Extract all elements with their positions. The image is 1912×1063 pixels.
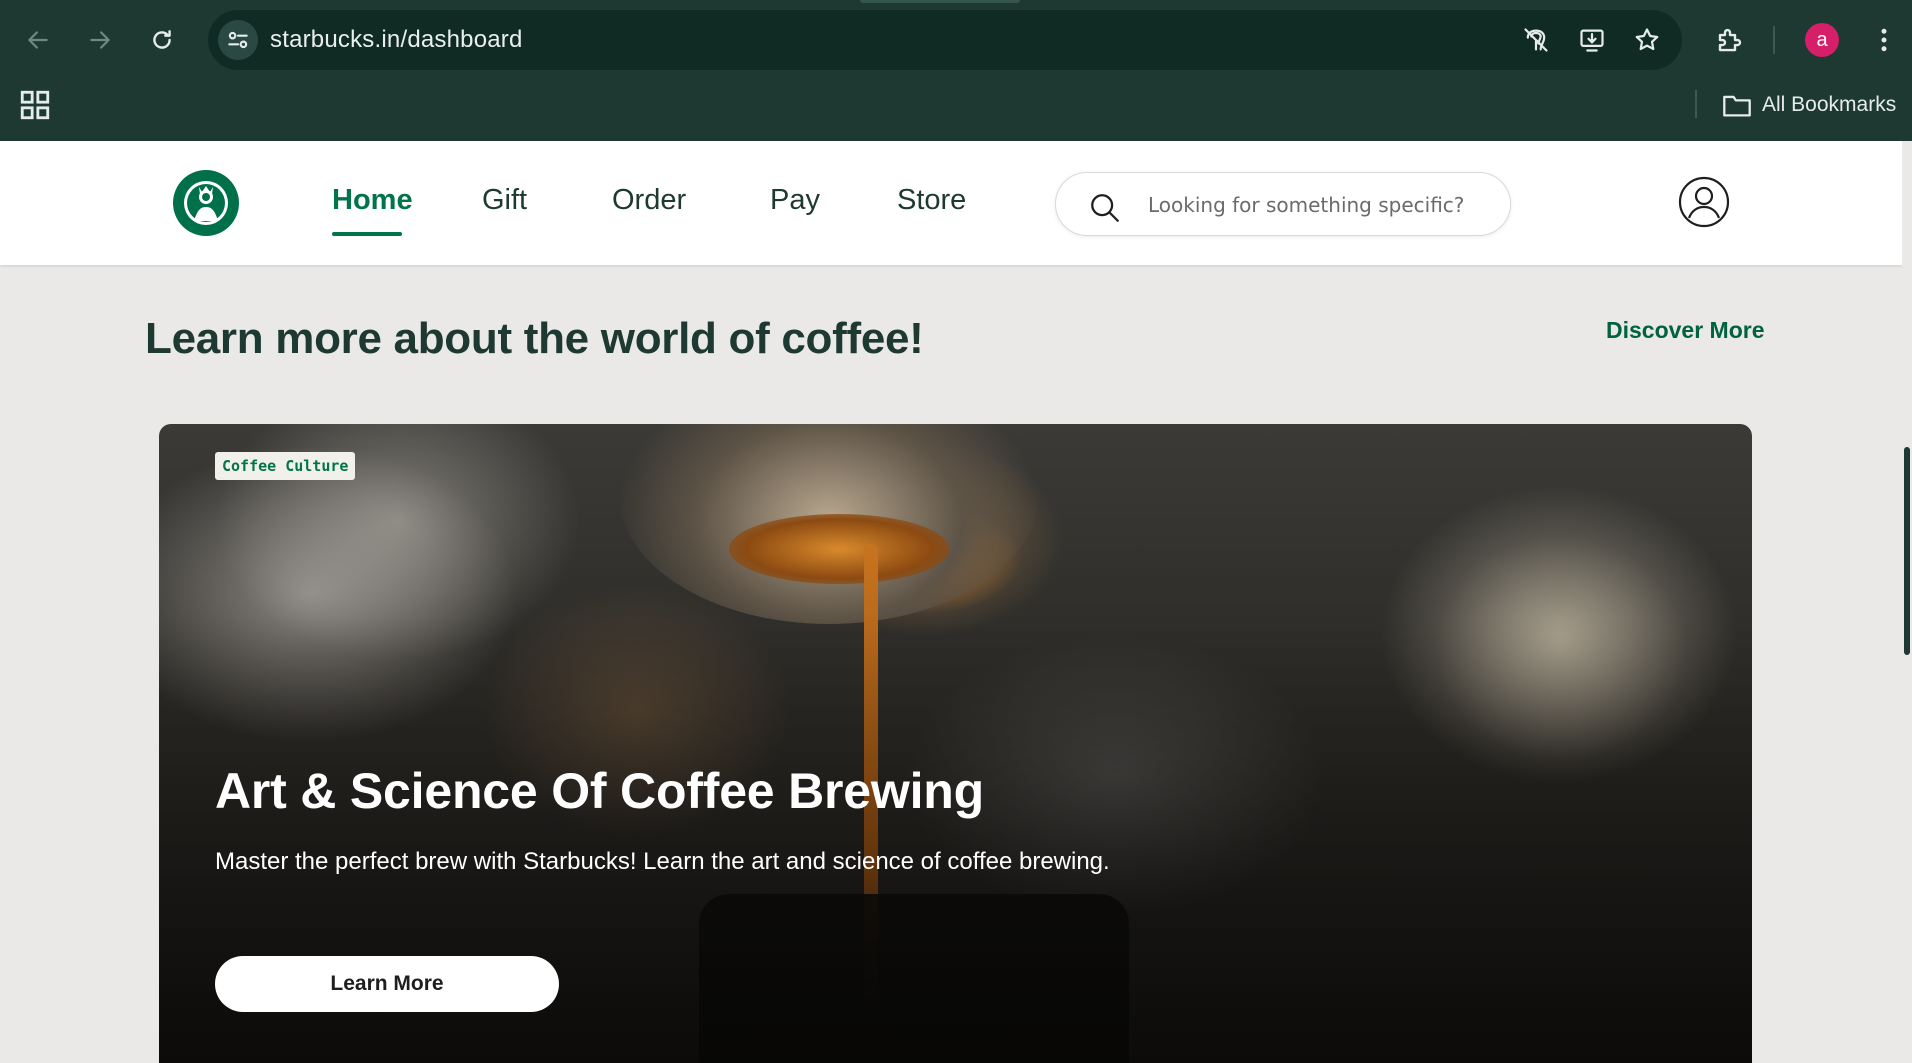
page-scrollbar-thumb[interactable] <box>1904 447 1910 655</box>
install-app-button[interactable] <box>1576 24 1608 56</box>
forward-icon <box>90 31 110 49</box>
browser-toolbar: starbucks.in/dashboard a All Bookmarks <box>0 0 1912 141</box>
extensions-button[interactable] <box>1710 20 1750 60</box>
profile-avatar[interactable]: a <box>1805 23 1839 57</box>
tracking-off-icon <box>1524 28 1548 52</box>
nav-store[interactable]: Store <box>897 184 966 217</box>
browser-menu-button[interactable] <box>1864 20 1904 60</box>
tracking-protection-button[interactable] <box>1520 24 1552 56</box>
url-text[interactable]: starbucks.in/dashboard <box>270 26 523 54</box>
hero-description: Master the perfect brew with Starbucks! … <box>215 848 1110 875</box>
extensions-icon <box>1718 28 1742 52</box>
toolbar-separator <box>1773 26 1775 54</box>
reload-icon <box>153 30 171 49</box>
hero-card: Coffee Culture Art & Science Of Coffee B… <box>159 424 1752 1063</box>
nav-pay[interactable]: Pay <box>770 184 820 217</box>
nav-active-underline <box>332 232 402 236</box>
section-title: Learn more about the world of coffee! <box>145 314 924 363</box>
bookmark-star-icon <box>1635 28 1659 51</box>
search-icon <box>1091 194 1119 222</box>
tab-indicator <box>860 0 1020 3</box>
site-info-icon <box>228 31 248 49</box>
nav-gift[interactable]: Gift <box>482 184 527 217</box>
menu-icon <box>1881 28 1887 52</box>
starbucks-logo-icon[interactable] <box>172 169 240 237</box>
account-icon[interactable] <box>1678 176 1730 228</box>
search-box[interactable] <box>1055 172 1511 236</box>
reload-button[interactable] <box>142 20 182 60</box>
bookmarks-separator <box>1695 90 1697 118</box>
folder-icon <box>1723 95 1751 117</box>
search-input[interactable] <box>1148 187 1478 223</box>
nav-order[interactable]: Order <box>612 184 686 217</box>
install-app-icon <box>1580 29 1604 52</box>
discover-more-link[interactable]: Discover More <box>1606 317 1765 344</box>
all-bookmarks-button[interactable]: All Bookmarks <box>1722 88 1896 122</box>
back-icon <box>28 31 48 49</box>
apps-grid-icon[interactable] <box>18 88 52 122</box>
category-badge: Coffee Culture <box>215 452 356 480</box>
back-button[interactable] <box>18 20 58 60</box>
nav-home[interactable]: Home <box>332 184 413 217</box>
bookmark-button[interactable] <box>1631 24 1663 56</box>
address-bar[interactable]: starbucks.in/dashboard <box>208 10 1682 70</box>
all-bookmarks-label: All Bookmarks <box>1762 93 1897 116</box>
hero-title: Art & Science Of Coffee Brewing <box>215 763 984 819</box>
learn-more-button[interactable]: Learn More <box>215 956 559 1012</box>
forward-button[interactable] <box>80 20 120 60</box>
site-header: Home Gift Order Pay Store <box>0 141 1902 265</box>
site-info-button[interactable] <box>218 20 258 60</box>
